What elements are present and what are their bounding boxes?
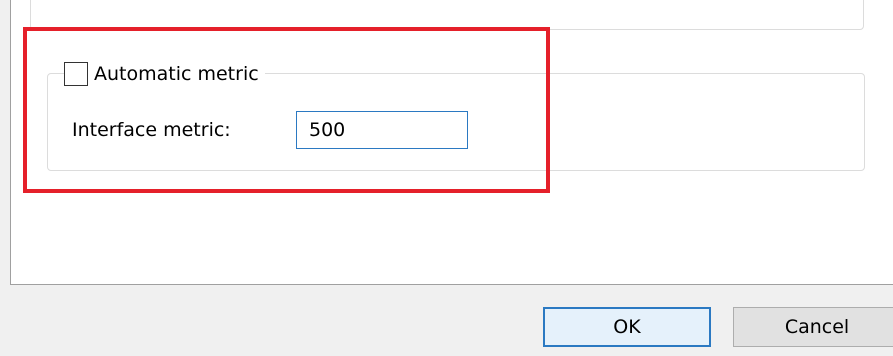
previous-group-box: [30, 0, 864, 30]
automatic-metric-checkbox[interactable]: [64, 62, 88, 86]
ok-button[interactable]: OK: [543, 307, 711, 347]
automatic-metric-label[interactable]: Automatic metric: [94, 59, 259, 89]
automatic-metric-option[interactable]: Automatic metric: [64, 59, 265, 89]
cancel-button[interactable]: Cancel: [733, 307, 893, 347]
interface-metric-input[interactable]: [296, 111, 468, 149]
interface-metric-label: Interface metric:: [72, 119, 231, 141]
